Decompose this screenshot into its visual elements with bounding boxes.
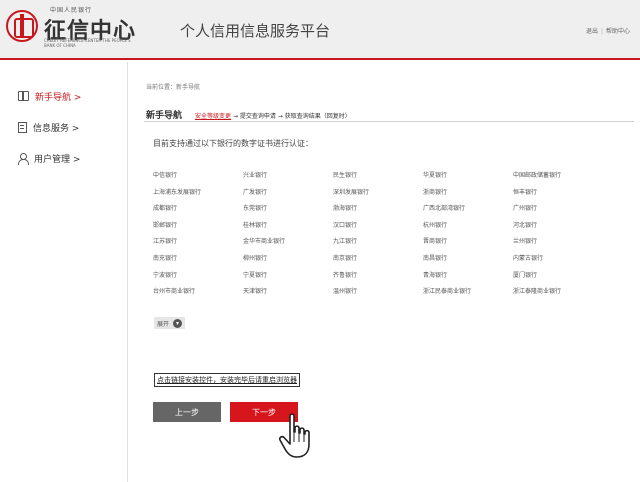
- title-divider: [144, 121, 634, 122]
- bank-item: 中信银行: [153, 172, 178, 179]
- bank-item: 晋商银行: [423, 238, 448, 246]
- bank-item: 河北银行: [513, 221, 538, 229]
- step-rest: → 提交查询申请 → 获取查询结果（回复时）: [232, 113, 351, 120]
- bank-item: 金华市商业银行: [243, 238, 286, 246]
- sidebar-item-user-management[interactable]: 用户管理 >: [0, 144, 127, 172]
- sidebar-item-guide[interactable]: 新手导航 >: [0, 82, 127, 110]
- logo-english: CREDIT REFERENCE CENTER THE PEOPLE'S BAN…: [44, 38, 131, 48]
- link-separator: |: [600, 28, 603, 35]
- bank-item: 兰州银行: [513, 238, 538, 246]
- sidebar-item-label: 新手导航 >: [35, 92, 82, 103]
- header: 中国人民银行 征信中心 CREDIT REFERENCE CENTER THE …: [0, 0, 640, 60]
- bank-item: 浙商银行: [423, 188, 448, 196]
- step-indicator: 安全等级变更 → 提交查询申请 → 获取查询结果（回复时）: [195, 111, 351, 120]
- bank-item: 内蒙古银行: [513, 254, 544, 262]
- bank-item: 深圳发展银行: [333, 188, 370, 196]
- bank-item: 桂林银行: [243, 221, 268, 229]
- bank-item: 浙江民泰商业银行: [423, 288, 472, 296]
- bank-item: 青海银行: [423, 271, 448, 279]
- document-icon: [18, 121, 27, 133]
- bank-item: 恒丰银行: [513, 188, 538, 196]
- bank-list: 中信银行 兴业银行 民生银行 华夏银行 中国邮政储蓄银行上海浦东发展银行 广发银行 深圳发展…: [153, 170, 623, 297]
- bank-item: 南昌银行: [423, 254, 448, 262]
- bank-item: 齐鲁银行: [333, 271, 358, 279]
- page-title: 新手导航: [146, 111, 183, 121]
- bank-item: 台州市商业银行: [153, 288, 196, 296]
- bank-item: 华夏银行: [423, 172, 448, 179]
- bank-item: 渤海银行: [333, 205, 358, 213]
- bank-item: 南京银行: [333, 254, 358, 262]
- user-icon: [18, 152, 29, 165]
- bank-item: 宁夏银行: [243, 271, 268, 279]
- sidebar-item-label: 用户管理 >: [34, 154, 81, 165]
- bank-item: 上海浦东发展银行: [153, 188, 202, 196]
- breadcrumb: 当前位置：新手导航: [146, 84, 201, 91]
- sidebar: 新手导航 > 信息服务 > 用户管理 >: [0, 62, 128, 482]
- top-links: 退出 | 帮助中心: [586, 26, 630, 35]
- sidebar-item-info-service[interactable]: 信息服务 >: [0, 113, 127, 141]
- intro-text: 目前支持通过以下银行的数字证书进行认证：: [153, 139, 313, 148]
- bank-item: 柳州银行: [243, 254, 268, 262]
- bank-item: 天津银行: [243, 288, 268, 296]
- install-control-link[interactable]: 点击链接安装控件，安装完毕后请重启浏览器: [154, 373, 300, 387]
- bank-item: 浙江泰隆商业银行: [513, 288, 562, 296]
- bank-item: 宁波银行: [153, 271, 178, 279]
- chevron-down-icon: ▾: [173, 318, 183, 328]
- platform-title: 个人信用信息服务平台: [180, 22, 331, 40]
- bank-item: 成都银行: [153, 205, 178, 213]
- bank-item: 厦门银行: [513, 271, 538, 279]
- expand-button[interactable]: 展开 ▾: [154, 317, 186, 329]
- bank-item: 邯郸银行: [153, 221, 178, 229]
- logout-link[interactable]: 退出: [586, 26, 598, 35]
- bank-item: 南充银行: [153, 254, 178, 262]
- help-center-link[interactable]: 帮助中心: [606, 26, 630, 35]
- sidebar-item-label: 信息服务 >: [33, 123, 80, 134]
- step-current: 安全等级变更: [195, 113, 232, 120]
- book-icon: [18, 91, 29, 101]
- bank-item: 民生银行: [333, 172, 358, 179]
- prev-step-button[interactable]: 上一步: [153, 402, 221, 422]
- bank-item: 杭州银行: [423, 221, 448, 229]
- bank-item: 九江银行: [333, 238, 358, 246]
- bank-item: 广西北部湾银行: [423, 205, 466, 213]
- logo-seal-icon: [6, 10, 38, 42]
- bank-item: 广发银行: [243, 188, 268, 196]
- bank-item: 汉口银行: [333, 221, 358, 229]
- bank-item: 东莞银行: [243, 205, 268, 213]
- hand-pointer-icon: [279, 413, 310, 458]
- bank-item: 江苏银行: [153, 238, 178, 246]
- bank-item: 兴业银行: [243, 172, 268, 179]
- bank-item: 中国邮政储蓄银行: [513, 172, 562, 179]
- expand-label: 展开: [157, 320, 170, 328]
- bank-item: 广州银行: [513, 205, 538, 213]
- bank-item: 温州银行: [333, 288, 358, 296]
